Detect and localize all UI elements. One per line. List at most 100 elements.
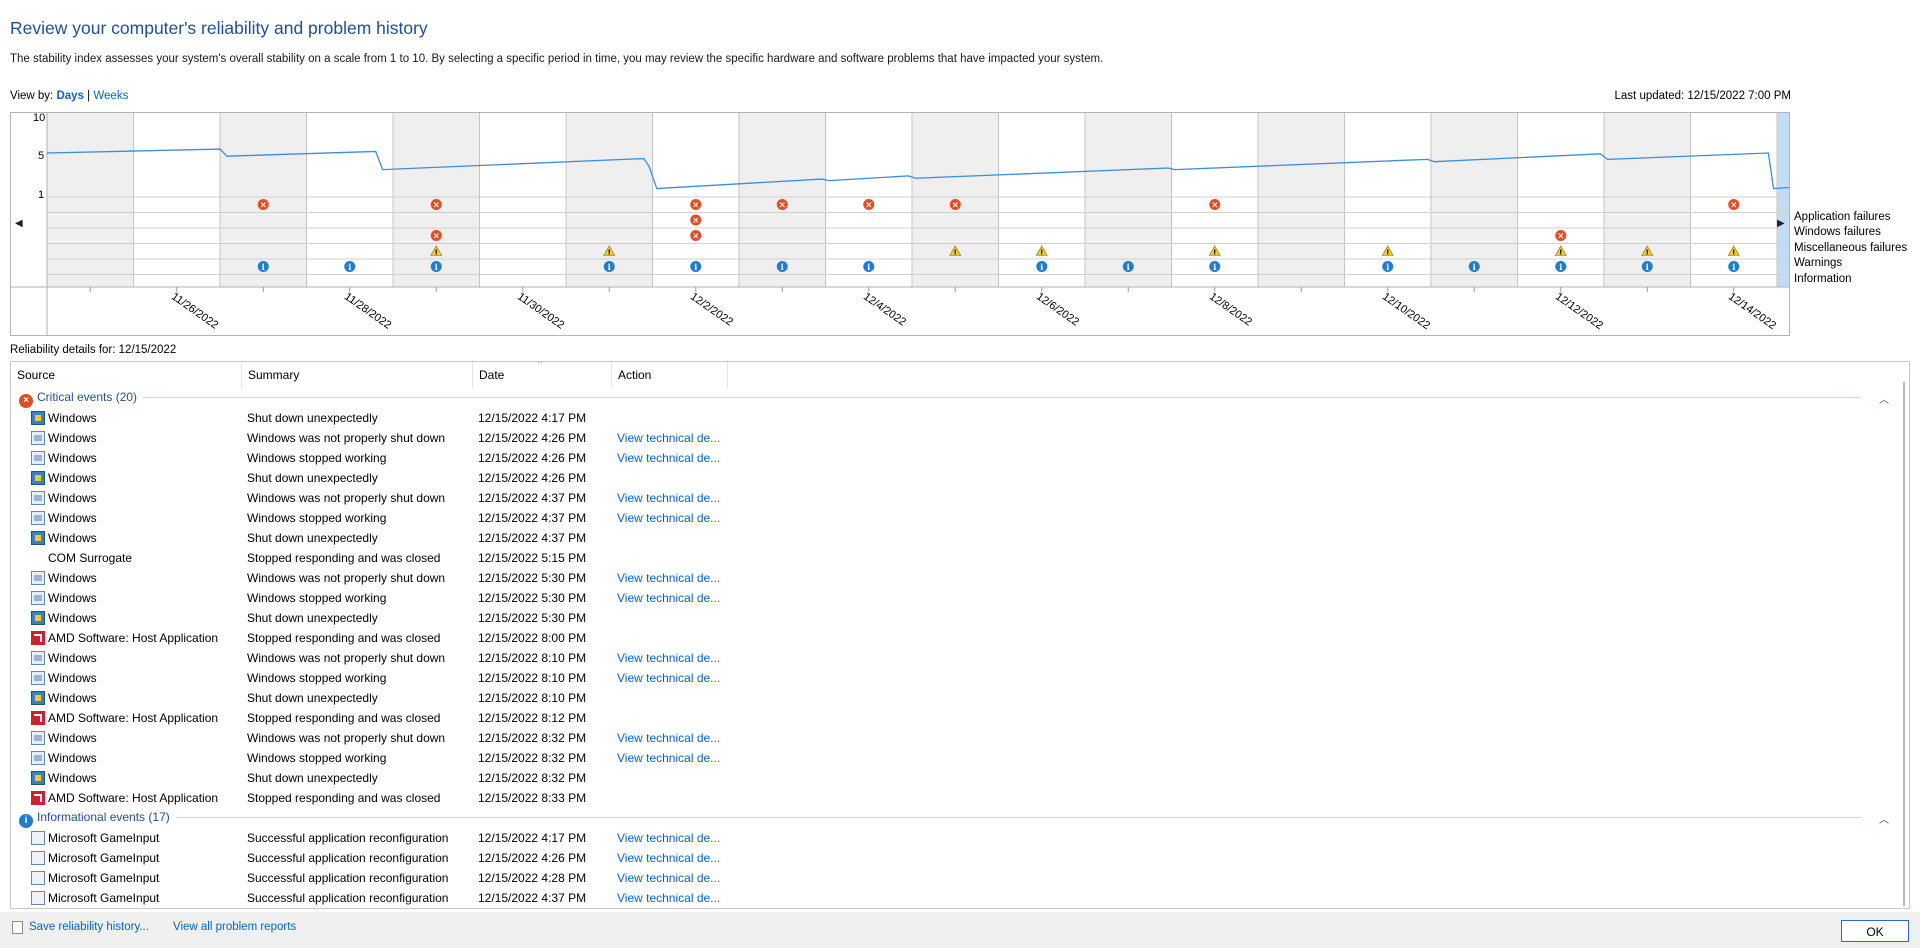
source-text: Microsoft GameInput [48, 831, 160, 845]
date-label: 12/6/2022 [1034, 291, 1081, 329]
view-technical-details-link[interactable]: View technical de... [617, 448, 720, 468]
critical-error-icon-mark: × [433, 201, 440, 211]
list-item[interactable]: Windows Windows was not properly shut dow… [11, 728, 1891, 748]
summary-text: Windows was not properly shut down [247, 571, 446, 585]
column-header-summary[interactable]: Summary [242, 362, 473, 388]
view-technical-details-link[interactable]: View technical de... [617, 508, 720, 528]
application-icon [31, 851, 45, 865]
list-item[interactable]: Microsoft GameInput Successful applicatio… [11, 828, 1891, 848]
warning-icon-mark: ! [954, 249, 957, 257]
list-item[interactable]: Microsoft GameInput Successful applicatio… [11, 848, 1891, 868]
ok-button[interactable]: OK [1841, 920, 1909, 942]
summary-text: Windows stopped working [247, 751, 387, 765]
event-source: Windows [31, 688, 97, 708]
date-label: 11/28/2022 [342, 291, 393, 332]
view-technical-details-link[interactable]: View technical de... [617, 668, 720, 688]
collapse-group-icon[interactable]: ︿ [1879, 811, 1889, 826]
view-days-link[interactable]: Days [56, 90, 84, 102]
event-source: AMD Software: Host Application [31, 788, 218, 808]
date-text: 12/15/2022 5:30 PM [478, 591, 587, 605]
source-text: Windows [48, 571, 97, 585]
group-header-critical[interactable]: × Critical events (20) [19, 388, 138, 408]
group-header-info[interactable]: i Informational events (17) [19, 808, 170, 828]
day-column [1431, 113, 1518, 287]
column-header-date[interactable]: Date [473, 362, 612, 388]
source-text: Microsoft GameInput [48, 891, 160, 905]
shutdown-shield-icon [31, 611, 45, 625]
day-column [1258, 113, 1345, 287]
warning-icon-mark: ! [1646, 249, 1649, 257]
list-item[interactable]: Windows Shut down unexpectedly 12/15/2022 … [11, 608, 1891, 628]
summary-text: Successful application reconfiguration [247, 831, 449, 845]
view-technical-details-link[interactable]: View technical de... [617, 888, 720, 908]
summary-text: Successful application reconfiguration [247, 871, 449, 885]
list-item[interactable]: AMD Software: Host Application Stopped re… [11, 788, 1891, 808]
list-item[interactable]: Windows Windows stopped working 12/15/2022… [11, 588, 1891, 608]
summary-text: Stopped responding and was closed [247, 791, 441, 805]
reliability-details-label: Reliability details for: 12/15/2022 [10, 344, 177, 356]
date-label: 11/26/2022 [169, 291, 220, 332]
critical-error-icon-mark: × [779, 201, 786, 211]
list-item[interactable]: Windows Windows was not properly shut dow… [11, 648, 1891, 668]
column-header-action[interactable]: Action [612, 362, 728, 388]
event-source: Windows [31, 508, 97, 528]
list-item[interactable]: AMD Software: Host Application Stopped re… [11, 628, 1891, 648]
list-item[interactable]: Windows Windows stopped working 12/15/2022… [11, 508, 1891, 528]
view-weeks-link[interactable]: Weeks [93, 90, 128, 102]
view-technical-details-link[interactable]: View technical de... [617, 648, 720, 668]
view-technical-details-link[interactable]: View technical de... [617, 848, 720, 868]
view-technical-details-link[interactable]: View technical de... [617, 748, 720, 768]
view-technical-details-link[interactable]: View technical de... [617, 488, 720, 508]
list-item[interactable]: Windows Windows stopped working 12/15/2022… [11, 748, 1891, 768]
event-source: Windows [31, 448, 97, 468]
list-item[interactable]: Windows Shut down unexpectedly 12/15/2022 … [11, 528, 1891, 548]
critical-error-icon-mark: × [1557, 232, 1564, 242]
column-header-source[interactable]: Source [11, 362, 242, 388]
view-technical-details-link[interactable]: View technical de... [617, 568, 720, 588]
view-technical-details-link[interactable]: View technical de... [617, 728, 720, 748]
event-source: AMD Software: Host Application [31, 708, 218, 728]
list-item[interactable]: Windows Windows stopped working 12/15/2022… [11, 448, 1891, 468]
event-source: Windows [31, 528, 97, 548]
list-item[interactable]: Windows Windows was not properly shut dow… [11, 488, 1891, 508]
list-item[interactable]: Windows Shut down unexpectedly 12/15/2022 … [11, 688, 1891, 708]
source-text: Windows [48, 471, 97, 485]
view-technical-details-link[interactable]: View technical de... [617, 428, 720, 448]
list-item[interactable]: Windows Shut down unexpectedly 12/15/2022 … [11, 468, 1891, 488]
list-item[interactable]: AMD Software: Host Application Stopped re… [11, 708, 1891, 728]
view-technical-details-link[interactable]: View technical de... [617, 868, 720, 888]
summary-text: Shut down unexpectedly [247, 531, 378, 545]
list-item[interactable]: Microsoft GameInput Successful applicatio… [11, 868, 1891, 888]
list-item[interactable]: Windows Windows was not properly shut dow… [11, 428, 1891, 448]
date-label: 12/12/2022 [1553, 291, 1605, 332]
reliability-chart[interactable]: ×××××××××××××××!!!!!!!!!iiiiiiiiiiiiiiii… [10, 112, 1790, 336]
list-item[interactable]: Windows Windows stopped working 12/15/2022… [11, 668, 1891, 688]
view-all-reports-link[interactable]: View all problem reports [173, 921, 296, 933]
event-source: Windows [31, 588, 97, 608]
list-item[interactable]: COM Surrogate Stopped responding and was … [11, 548, 1891, 568]
view-technical-details-link[interactable]: View technical de... [617, 828, 720, 848]
y-tick-10: 10 [33, 112, 46, 124]
list-item[interactable]: Windows Shut down unexpectedly 12/15/2022 … [11, 408, 1891, 428]
date-text: 12/15/2022 4:37 PM [478, 531, 587, 545]
details-scrollbar[interactable] [1903, 382, 1905, 906]
source-text: Windows [48, 411, 97, 425]
details-list[interactable]: Source Summary Date Action ^ × Critical e… [10, 361, 1910, 909]
warning-icon-mark: ! [608, 249, 611, 257]
chart-scroll-left-icon[interactable]: ◀ [15, 218, 23, 229]
save-history-link[interactable]: Save reliability history... [29, 921, 149, 933]
list-item[interactable]: Windows Shut down unexpectedly 12/15/2022 … [11, 768, 1891, 788]
reliability-chart-svg[interactable]: ×××××××××××××××!!!!!!!!!iiiiiiiiiiiiiiii… [11, 113, 1790, 336]
list-item[interactable]: Windows Windows was not properly shut dow… [11, 568, 1891, 588]
list-item[interactable]: Microsoft GameInput Successful applicatio… [11, 888, 1891, 908]
chart-scroll-right-icon[interactable]: ▶ [1777, 218, 1785, 229]
windows-app-icon [31, 731, 45, 745]
windows-app-icon [31, 571, 45, 585]
critical-events-icon: × [19, 394, 33, 408]
collapse-group-icon[interactable]: ︿ [1879, 391, 1889, 406]
windows-app-icon [31, 671, 45, 685]
summary-text: Windows was not properly shut down [247, 651, 446, 665]
view-technical-details-link[interactable]: View technical de... [617, 588, 720, 608]
group-title: Critical events (20) [37, 390, 138, 404]
date-text: 12/15/2022 5:30 PM [478, 571, 587, 585]
